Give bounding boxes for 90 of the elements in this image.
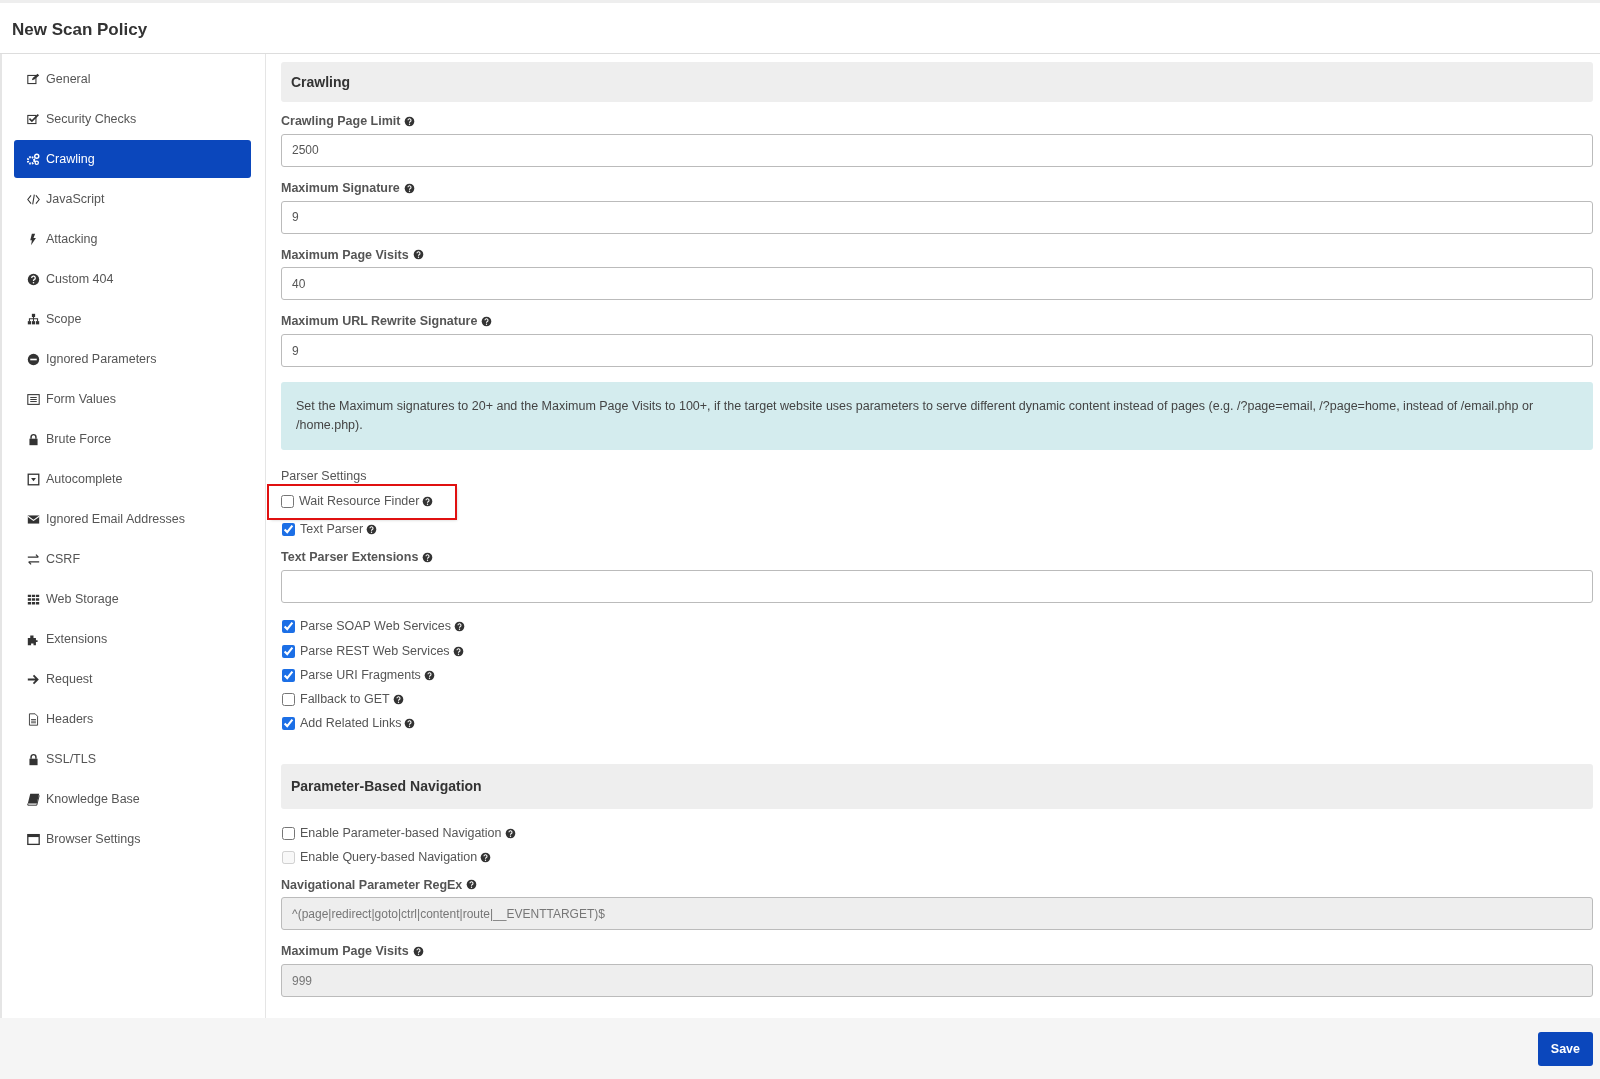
code-icon [27,192,40,206]
help-icon[interactable] [480,851,492,863]
grid-icon [27,592,40,606]
minus-circle-icon [27,352,40,366]
help-icon[interactable] [412,946,424,958]
sidebar-item[interactable]: Extensions [14,620,251,658]
help-icon[interactable] [504,827,516,839]
sidebar-item[interactable]: Autocomplete [14,460,251,498]
sidebar-item[interactable]: Brute Force [14,420,251,458]
envelope-icon [27,512,40,526]
help-icon[interactable] [423,669,435,681]
help-icon[interactable] [454,621,465,633]
lock-icon [27,432,40,446]
help-icon[interactable] [392,694,404,705]
checkbox-label: Enable Parameter-based Navigation [300,824,502,842]
help-icon[interactable] [403,182,415,194]
sidebar-item[interactable]: Web Storage [14,580,251,618]
field-label: Maximum Page Visits [281,943,409,961]
help-icon[interactable] [412,249,424,261]
sidebar-item[interactable]: Knowledge Base [14,780,251,818]
help-icon[interactable] [466,879,478,891]
checkbox[interactable] [282,693,295,706]
input-field[interactable] [281,569,1593,603]
help-icon[interactable] [422,496,434,508]
checkbox[interactable] [282,620,295,634]
arrow-icon [27,672,40,686]
sidebar-item[interactable]: SSL/TLS [14,740,251,778]
sidebar-item[interactable]: Custom 404 [14,260,251,298]
help-icon[interactable] [481,316,493,328]
checkbox-label: Text Parser [300,521,364,539]
checkbox-label: Parse REST Web Services [300,642,450,660]
sidebar-item[interactable]: JavaScript [14,180,251,218]
dropdown-icon [27,472,40,486]
sitemap-icon [27,312,40,326]
book-icon [27,792,40,806]
sidebar-item[interactable]: Headers [14,700,251,738]
sidebar-item[interactable]: Ignored Email Addresses [14,500,251,538]
window-icon [27,832,40,846]
field-label: Maximum Signature [281,179,400,197]
edit-icon [27,72,40,86]
question-icon [27,272,40,286]
help-icon[interactable] [366,524,378,536]
checkbox[interactable] [282,668,295,682]
checkbox-label: Add Related Links [300,715,402,733]
checkbox-label: Wait Resource Finder [299,493,420,511]
checkbox[interactable] [282,644,295,658]
info-message: Set the Maximum signatures to 20+ and the Maximum Page Visits to 100+, if the target website uses parameters to serve different dynamic content instead of pages (e.g. /?page=email, /?page=home, instead of /email.php or /home.php). [281,382,1593,450]
field-label: Navigational Parameter RegEx [281,876,463,894]
input-field[interactable]: 40 [281,267,1593,301]
help-icon[interactable] [404,115,416,127]
sidebar-item[interactable]: Security Checks [14,100,251,138]
checkbox[interactable] [282,523,295,537]
list-icon [27,392,40,406]
gears-icon [27,152,40,166]
sidebar-item[interactable]: Request [14,660,251,698]
field-label: Maximum Page Visits [281,246,409,264]
sidebar-item[interactable]: Attacking [14,220,251,258]
sidebar-item[interactable]: Crawling [14,140,251,178]
group-caption: Parser Settings [281,469,367,483]
field-label: Text Parser Extensions [281,549,419,566]
field-label: Crawling Page Limit [281,113,401,130]
help-icon[interactable] [422,551,434,563]
sidebar-item[interactable]: Scope [14,300,251,338]
section-header: Crawling [281,62,1593,102]
save-button[interactable]: Save [1537,1031,1593,1067]
checkbox-label: Parse URI Fragments [300,666,421,684]
puzzle-icon [27,632,40,646]
checkbox-label: Enable Query-based Navigation [300,848,478,866]
help-icon[interactable] [452,645,464,657]
input-field[interactable]: 2500 [281,133,1593,167]
checkbox[interactable] [282,826,295,840]
sidebar-item[interactable]: CSRF [14,540,251,578]
sidebar-item[interactable]: Form Values [14,380,251,418]
document-icon [27,712,40,726]
checkbox-label: Parse SOAP Web Services [300,618,451,636]
lock-icon [27,752,40,766]
help-icon[interactable] [404,718,416,730]
section-header: Parameter-Based Navigation [281,764,1593,809]
checkbox-icon [27,112,40,126]
sidebar-item[interactable]: Browser Settings [14,820,251,858]
arrows-icon [27,552,40,566]
checkbox[interactable] [281,495,294,509]
sidebar-item[interactable]: General [14,60,251,98]
field-label: Maximum URL Rewrite Signature [281,313,478,331]
checkbox-label: Fallback to GET [300,691,390,709]
input-field[interactable]: 9 [281,334,1593,367]
checkbox[interactable] [282,717,295,731]
sidebar-item[interactable]: Ignored Parameters [14,340,251,378]
page-title: New Scan Policy [12,20,148,39]
input-field[interactable]: 9 [281,200,1593,234]
